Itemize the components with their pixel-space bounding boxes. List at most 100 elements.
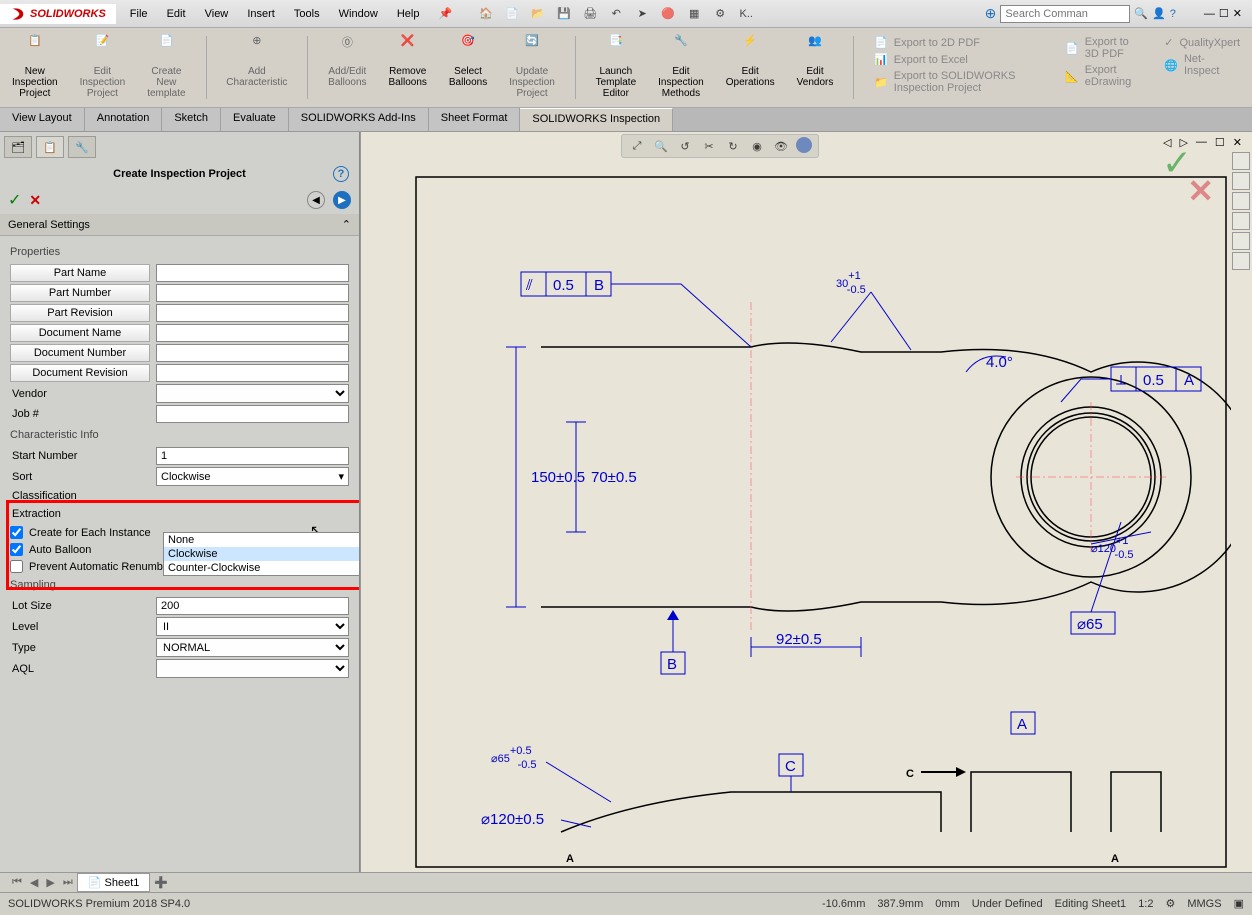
menu-view[interactable]: View [197,4,237,24]
last-sheet-icon[interactable]: ⏭ [59,876,77,889]
save-icon[interactable]: 💾 [554,4,574,24]
tab-annotation[interactable]: Annotation [85,108,163,131]
type-select[interactable]: NORMAL [156,638,349,657]
ok-button[interactable]: ✓ [8,190,21,210]
zoom-area-icon[interactable]: 🔍 [652,137,670,155]
ribbon-launch-template-editor[interactable]: 📑Launch Template Editor [592,32,641,103]
ribbon-new-inspection-project[interactable]: 📋New Inspection Project [8,32,62,103]
status-extra-icon[interactable]: ▣ [1234,897,1244,910]
ribbon-edit-vendors[interactable]: 👥Edit Vendors [793,32,838,103]
lot-size-input[interactable] [156,597,349,615]
part-name-button[interactable]: Part Name [10,264,150,282]
status-units[interactable]: MMGS [1187,898,1221,910]
search-go-icon[interactable]: 🔍 [1134,7,1148,20]
general-settings-header[interactable]: General Settings⌃ [0,214,359,236]
appearance-icon[interactable] [796,137,812,153]
auto-balloon-checkbox[interactable] [10,543,23,556]
part-number-button[interactable]: Part Number [10,284,150,302]
first-sheet-icon[interactable]: ⏮ [8,876,26,889]
tab-sw-addins[interactable]: SOLIDWORKS Add-Ins [289,108,429,131]
net-inspect[interactable]: 🌐Net-Inspect [1164,53,1240,77]
document-name-input[interactable] [156,324,349,342]
prevent-renumber-checkbox[interactable] [10,560,23,573]
export-2d-pdf[interactable]: 📄Export to 2D PDF [874,36,1043,49]
hide-show-icon[interactable]: 👁 [772,137,790,155]
menu-pin-icon[interactable]: 📌 [431,4,461,24]
sort-option-none[interactable]: None [164,533,359,547]
document-revision-input[interactable] [156,364,349,382]
drawing-viewport[interactable]: ⤢ 🔍 ↺ ✂ ↻ ◉ 👁 ◁ ▷ — ☐ ✕ ✓ ✕ [360,132,1252,872]
ribbon-select-balloons[interactable]: 🎯Select Balloons [445,32,491,103]
taskpane-view-palette-icon[interactable] [1232,212,1250,230]
search-input[interactable] [1000,5,1130,23]
sort-option-clockwise[interactable]: Clockwise [164,547,359,561]
add-sheet-icon[interactable]: ➕ [150,876,172,889]
sort-option-counter-clockwise[interactable]: Counter-Clockwise [164,561,359,575]
part-number-input[interactable] [156,284,349,302]
taskpane-file-explorer-icon[interactable] [1232,192,1250,210]
vendor-select[interactable] [156,384,349,403]
minimize-icon[interactable]: — [1204,8,1215,20]
sheet-tab-1[interactable]: 📄 Sheet1 [77,873,151,892]
menu-help[interactable]: Help [389,4,428,24]
panel-tab-config[interactable]: 🔧 [68,136,96,158]
level-select[interactable]: II [156,617,349,636]
cancel-button[interactable]: ✕ [29,192,41,209]
ribbon-add-edit-balloons[interactable]: ⓪Add/Edit Balloons [324,32,370,103]
prev-button[interactable]: ◀ [307,191,325,209]
print-icon[interactable]: 🖨 [580,4,600,24]
settings-icon[interactable]: ⚙ [710,4,730,24]
undo-icon[interactable]: ↶ [606,4,626,24]
sort-dropdown-list[interactable]: None Clockwise Counter-Clockwise [163,532,359,576]
pointer-icon[interactable]: ➤ [632,4,652,24]
taskpane-design-library-icon[interactable] [1232,172,1250,190]
close-doc-icon[interactable]: ✕ [1233,136,1242,149]
kb-icon[interactable]: K.. [736,4,756,24]
min-doc-icon[interactable]: — [1196,136,1207,149]
export-3d-pdf[interactable]: 📄Export to 3D PDF [1065,36,1142,60]
document-number-input[interactable] [156,344,349,362]
ribbon-update-inspection-project[interactable]: 🔄Update Inspection Project [505,32,559,103]
document-name-button[interactable]: Document Name [10,324,150,342]
panel-help-icon[interactable]: ? [333,166,349,182]
document-number-button[interactable]: Document Number [10,344,150,362]
new-icon[interactable]: 📄 [502,4,522,24]
user-icon[interactable]: 👤 [1152,7,1166,20]
tab-sketch[interactable]: Sketch [162,108,221,131]
tab-sw-inspection[interactable]: SOLIDWORKS Inspection [520,108,673,131]
qualityxpert[interactable]: ✓QualityXpert [1164,36,1240,49]
tab-sheet-format[interactable]: Sheet Format [429,108,521,131]
panel-tab-property[interactable]: 📋 [36,136,64,158]
part-revision-input[interactable] [156,304,349,322]
taskpane-appearances-icon[interactable] [1232,232,1250,250]
menu-insert[interactable]: Insert [239,4,283,24]
rotate-icon[interactable]: ↻ [724,137,742,155]
part-revision-button[interactable]: Part Revision [10,304,150,322]
options-icon[interactable]: ▦ [684,4,704,24]
menu-window[interactable]: Window [331,4,386,24]
next-button[interactable]: ▶ [333,191,351,209]
start-number-input[interactable] [156,447,349,465]
create-each-instance-checkbox[interactable] [10,526,23,539]
export-sw-inspection[interactable]: 📁Export to SOLIDWORKS Inspection Project [874,70,1043,94]
ribbon-create-new-template[interactable]: 📄Create New template [143,32,189,103]
ribbon-edit-operations[interactable]: ⚡Edit Operations [722,32,779,103]
close-icon[interactable]: ✕ [1233,7,1242,20]
document-revision-button[interactable]: Document Revision [10,364,150,382]
rebuild-icon[interactable]: 🔴 [658,4,678,24]
job-input[interactable] [156,405,349,423]
collapse-icon[interactable]: ⌃ [342,218,351,231]
menu-edit[interactable]: Edit [159,4,194,24]
help-icon[interactable]: ? [1170,8,1176,20]
menu-tools[interactable]: Tools [286,4,328,24]
next-sheet-icon[interactable]: ▶ [42,876,58,889]
aql-select[interactable] [156,659,349,678]
display-icon[interactable]: ◉ [748,137,766,155]
home-icon[interactable]: 🏠 [476,4,496,24]
ribbon-add-characteristic[interactable]: ⊕Add Characteristic [222,32,291,103]
taskpane-custom-props-icon[interactable] [1232,252,1250,270]
export-excel[interactable]: 📊Export to Excel [874,53,1043,66]
zoom-fit-icon[interactable]: ⤢ [628,137,646,155]
restore-icon[interactable]: ☐ [1219,7,1229,20]
menu-file[interactable]: File [122,4,156,24]
